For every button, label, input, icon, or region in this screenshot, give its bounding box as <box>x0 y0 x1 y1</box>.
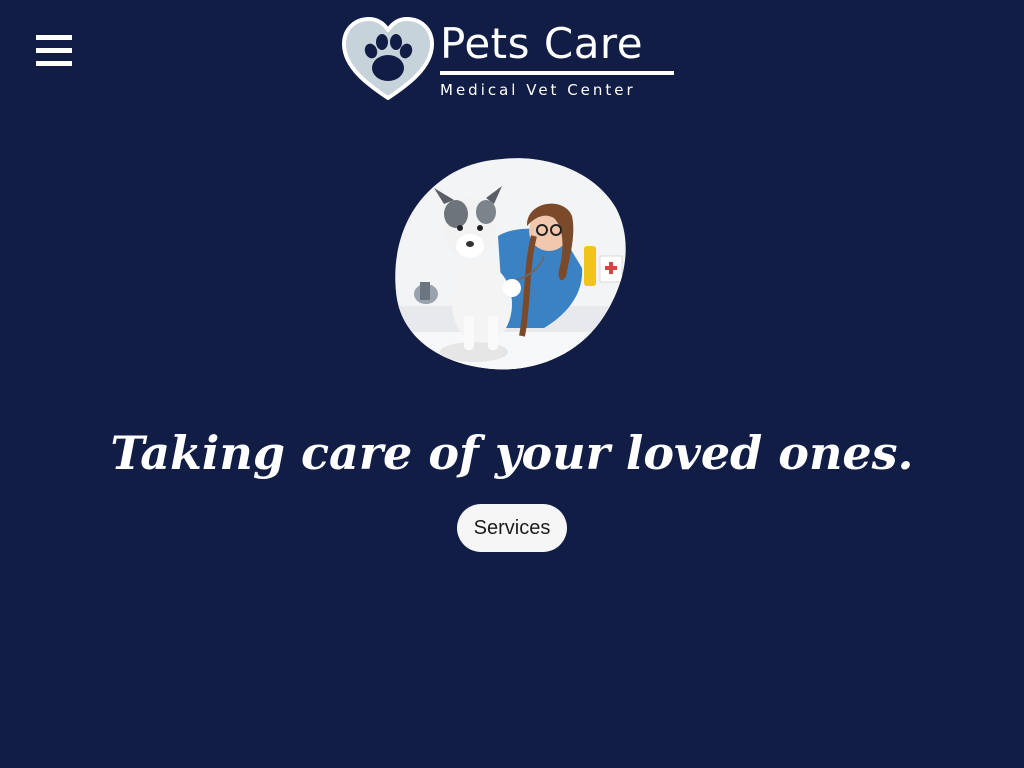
heart-paw-icon <box>342 17 434 100</box>
hero-image <box>395 158 626 370</box>
hamburger-menu-icon[interactable] <box>36 35 72 67</box>
hero-title: Taking care of your loved ones. <box>110 426 914 480</box>
services-button[interactable]: Services <box>457 504 567 552</box>
menu-bar <box>36 61 72 66</box>
menu-bar <box>36 48 72 53</box>
page: Pets Care Medical Vet Center Taking care… <box>0 0 1024 768</box>
site-logo[interactable]: Pets Care Medical Vet Center <box>340 16 680 102</box>
brand-name: Pets Care <box>440 19 644 68</box>
brand-divider <box>440 71 674 75</box>
brand-tagline: Medical Vet Center <box>440 81 636 99</box>
menu-bar <box>36 35 72 40</box>
